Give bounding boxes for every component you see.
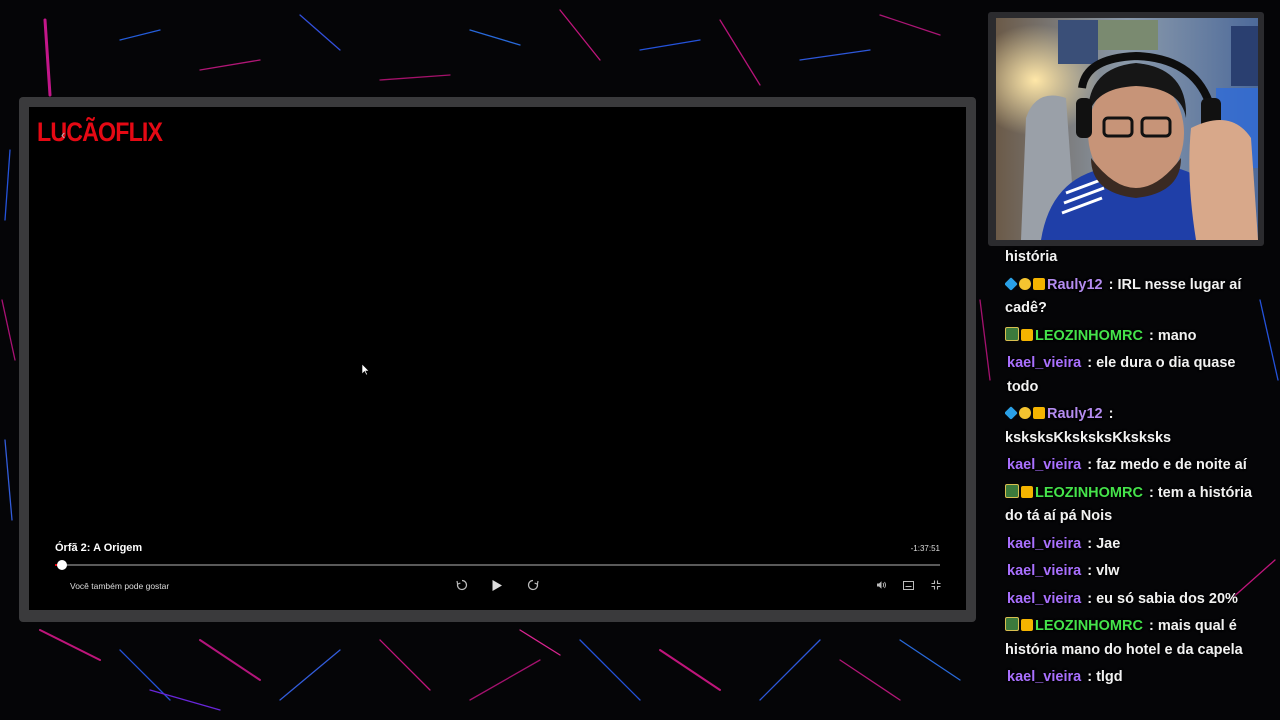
chat-separator: : xyxy=(1144,327,1158,344)
sub-badge-icon xyxy=(1019,277,1031,290)
chat-username[interactable]: kael_vieira xyxy=(1007,669,1081,685)
chat-text: história xyxy=(1005,249,1058,265)
chat-message: kael_vieira : vlw xyxy=(1005,560,1267,584)
chat-text: vlw xyxy=(1096,563,1120,579)
subtitles-icon[interactable] xyxy=(898,575,918,595)
chat-separator: : xyxy=(1083,669,1097,685)
chat-text: tlgd xyxy=(1096,669,1123,685)
chat-message: Rauly12 : IRL nesse lugar aí cadê? xyxy=(1005,274,1267,321)
chat-separator: : xyxy=(1083,590,1097,607)
chat-separator: : xyxy=(1083,355,1097,371)
chat-separator: : xyxy=(1083,457,1097,473)
avatar-badge-icon xyxy=(1005,617,1019,631)
chat-username[interactable]: kael_vieira xyxy=(1007,457,1081,473)
play-icon[interactable] xyxy=(487,575,507,595)
chat-text: eu só sabia dos 20% xyxy=(1096,590,1238,607)
chat-text: ksksksKksksksKksksks xyxy=(1005,429,1172,446)
chat-username[interactable]: kael_vieira xyxy=(1007,563,1081,579)
chat-text: mano xyxy=(1157,327,1197,344)
chat-separator: : xyxy=(1083,563,1097,579)
crown-badge-icon xyxy=(1021,619,1033,631)
chat-username[interactable]: kael_vieira xyxy=(1007,355,1081,371)
chat-username[interactable]: LEOZINHOMRC xyxy=(1035,618,1143,634)
chat-message: kael_vieira : Jae xyxy=(1005,533,1267,557)
avatar-badge-icon xyxy=(1005,483,1019,498)
chat-message: Rauly12 : ksksksKksksksKksksks xyxy=(1005,403,1267,450)
lucaoflix-logo: LUCÃOFLIX xyxy=(37,117,163,147)
prime-badge-icon xyxy=(1005,406,1018,420)
avatar-badge-icon xyxy=(1005,326,1019,341)
chat-message: kael_vieira : faz medo e de noite aí xyxy=(1005,454,1267,478)
chat-username[interactable]: Rauly12 xyxy=(1047,406,1103,422)
sub-badge-icon xyxy=(1019,407,1031,419)
crown-badge-icon xyxy=(1033,277,1045,290)
crown-badge-icon xyxy=(1021,328,1033,341)
chat-username[interactable]: kael_vieira xyxy=(1007,536,1081,552)
chat-message: LEOZINHOMRC : tem a história do tá aí pá… xyxy=(1005,482,1267,529)
rewind-10-icon[interactable] xyxy=(452,575,472,595)
suggestions-button[interactable]: Você também pode gostar xyxy=(70,581,169,591)
chat-text: faz medo e de noite aí xyxy=(1096,457,1247,473)
chat-message: LEOZINHOMRC : mano xyxy=(1005,325,1267,349)
chat-text: Jae xyxy=(1096,535,1121,552)
chat-message: kael_vieira : tlgd xyxy=(1005,666,1267,690)
chat-panel: história Rauly12 : IRL nesse lugar aí cad… xyxy=(1005,246,1267,720)
mouse-cursor-icon xyxy=(362,364,370,376)
chat-message: história xyxy=(1005,246,1267,270)
volume-icon[interactable] xyxy=(871,575,891,595)
chat-username[interactable]: Rauly12 xyxy=(1047,277,1103,293)
chat-message: kael_vieira : eu só sabia dos 20% xyxy=(1005,588,1267,612)
webcam-feed xyxy=(996,18,1258,240)
chat-message: kael_vieira : ele dura o dia quase todo xyxy=(1005,352,1267,399)
back-arrow-icon[interactable]: ‹ xyxy=(61,127,65,142)
chat-separator: : xyxy=(1104,406,1114,422)
exit-fullscreen-icon[interactable] xyxy=(926,575,946,595)
chat-separator: : xyxy=(1144,618,1158,634)
chat-separator: : xyxy=(1104,276,1118,293)
crown-badge-icon xyxy=(1021,485,1033,498)
progress-bar[interactable] xyxy=(55,560,940,570)
chat-username[interactable]: LEOZINHOMRC xyxy=(1035,485,1143,501)
chat-username[interactable]: kael_vieira xyxy=(1007,591,1081,607)
crown-badge-icon xyxy=(1033,407,1045,419)
movie-title: Órfã 2: A Origem xyxy=(55,542,143,554)
chat-message: LEOZINHOMRC : mais qual é história mano … xyxy=(1005,615,1267,662)
forward-10-icon[interactable] xyxy=(523,575,543,595)
video-player[interactable]: LUCÃOFLIX ‹ Órfã 2: A Origem -1:37:51 Vo… xyxy=(29,107,966,610)
time-remaining: -1:37:51 xyxy=(910,544,940,553)
chat-separator: : xyxy=(1083,535,1097,552)
streamer-webcam-image xyxy=(996,18,1258,240)
chat-username[interactable]: LEOZINHOMRC xyxy=(1035,328,1143,344)
chat-separator: : xyxy=(1144,484,1158,501)
prime-badge-icon xyxy=(1005,276,1018,291)
progress-scrubber[interactable] xyxy=(57,560,68,570)
